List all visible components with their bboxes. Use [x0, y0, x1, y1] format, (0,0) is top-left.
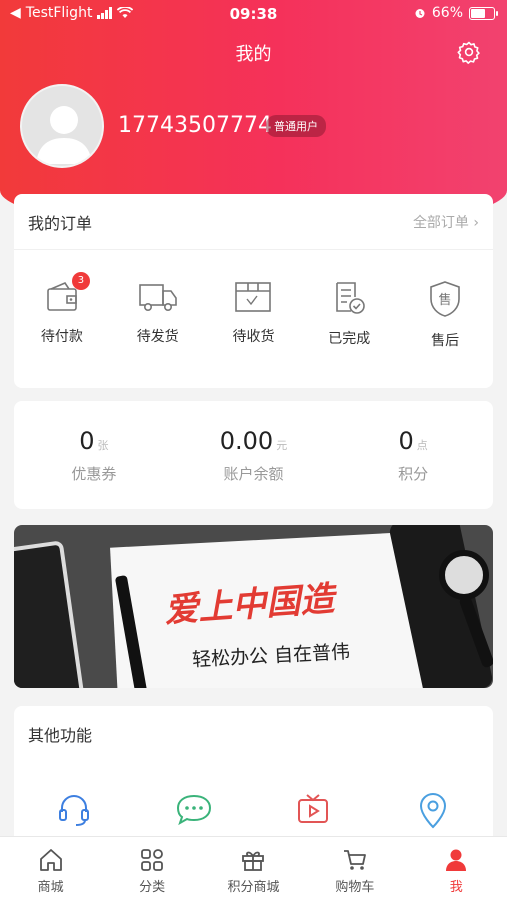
- balance-value: 0.00: [219, 426, 274, 455]
- shield-icon-text: 售: [439, 292, 452, 308]
- alarm-icon: [415, 9, 425, 18]
- function-row: [14, 762, 493, 830]
- bottom-tab-bar: 商城 分类 积分商城 购物车 我: [0, 836, 507, 900]
- location-function[interactable]: [393, 792, 473, 830]
- battery-percent: 66%: [431, 5, 463, 21]
- tab-label: 商城: [37, 880, 64, 895]
- order-pending-payment[interactable]: 3 待付款: [22, 272, 102, 350]
- user-level-badge: 普通用户: [266, 115, 326, 137]
- orders-header: 我的订单 全部订单 ›: [14, 194, 493, 250]
- cart-icon: [343, 850, 366, 870]
- tab-home[interactable]: 商城: [6, 837, 96, 900]
- tv-icon: [298, 794, 329, 823]
- coupon-unit: 张: [97, 438, 109, 452]
- box-icon: [235, 282, 272, 312]
- tab-label: 购物车: [335, 880, 375, 895]
- tab-category[interactable]: 分类: [107, 837, 197, 900]
- person-icon: [446, 849, 467, 871]
- gear-icon[interactable]: [457, 40, 481, 64]
- gift-icon: [242, 851, 265, 871]
- order-status-row: 3 待付款 待发货 待收货 已完成 售 售后: [14, 250, 493, 350]
- order-label: 已完成: [328, 331, 371, 347]
- points-unit: 点: [416, 438, 428, 452]
- points-value: 0: [398, 426, 414, 455]
- order-label: 待发货: [136, 329, 179, 345]
- balance-asset[interactable]: 0.00 元 账户余额: [188, 427, 318, 484]
- battery-icon: [469, 6, 498, 20]
- tab-me[interactable]: 我: [411, 837, 501, 900]
- tab-label: 积分商城: [227, 880, 280, 895]
- order-label: 售后: [431, 333, 460, 349]
- other-header: 其他功能: [14, 706, 493, 762]
- points-label: 积分: [398, 464, 429, 483]
- banner-tablet: [14, 540, 85, 688]
- points-asset[interactable]: 0点 积分: [348, 427, 478, 484]
- user-phone: 17743507774: [118, 113, 272, 138]
- assets-card: 0张 优惠券 0.00 元 账户余额 0点 积分: [14, 401, 493, 509]
- avatar[interactable]: [20, 84, 104, 168]
- tab-points-mall[interactable]: 积分商城: [208, 837, 298, 900]
- tab-label: 分类: [139, 880, 166, 895]
- video-function[interactable]: [273, 792, 353, 830]
- balance-unit: 元: [276, 438, 288, 452]
- tab-cart[interactable]: 购物车: [310, 837, 400, 900]
- other-title: 其他功能: [28, 726, 93, 745]
- coupon-value: 0: [79, 426, 95, 455]
- shield-icon: 售: [430, 281, 460, 317]
- message-function[interactable]: [154, 792, 234, 830]
- other-functions-card: 其他功能: [14, 706, 493, 846]
- order-pending-receipt[interactable]: 待收货: [213, 280, 293, 350]
- grid-icon: [141, 849, 163, 871]
- order-pending-shipment[interactable]: 待发货: [118, 280, 198, 350]
- battery-level: [471, 8, 485, 18]
- coupon-asset[interactable]: 0张 优惠券: [29, 427, 159, 484]
- order-label: 待付款: [40, 329, 83, 345]
- page-title: 我的: [235, 44, 272, 65]
- status-right: 66%: [414, 5, 498, 21]
- all-orders-link[interactable]: 全部订单 ›: [413, 212, 479, 232]
- default-avatar-icon: [36, 106, 92, 164]
- order-after-sales[interactable]: 售 售后: [405, 280, 485, 350]
- tab-label: 我: [449, 880, 463, 895]
- balance-label: 账户余额: [223, 464, 284, 483]
- coupon-label: 优惠券: [71, 464, 117, 483]
- chat-icon: [176, 794, 211, 826]
- document-check-icon: [336, 282, 366, 314]
- promo-banner[interactable]: 爱上中国造 轻松办公 自在普伟: [14, 525, 493, 688]
- pending-count-badge: 3: [71, 272, 90, 290]
- home-icon: [39, 849, 62, 871]
- truck-icon: [138, 284, 177, 311]
- status-bar: ◀ TestFlight 09:38 66%: [0, 0, 507, 28]
- customer-service-function[interactable]: [34, 792, 114, 830]
- headset-icon: [58, 795, 89, 826]
- order-completed[interactable]: 已完成: [309, 280, 389, 350]
- order-label: 待收货: [232, 329, 275, 345]
- orders-card: 我的订单 全部订单 › 3 待付款 待发货 待收货 已完成 售 售后: [14, 194, 493, 388]
- location-icon: [420, 793, 447, 829]
- orders-title: 我的订单: [28, 213, 93, 233]
- magnifier-icon: [439, 550, 493, 668]
